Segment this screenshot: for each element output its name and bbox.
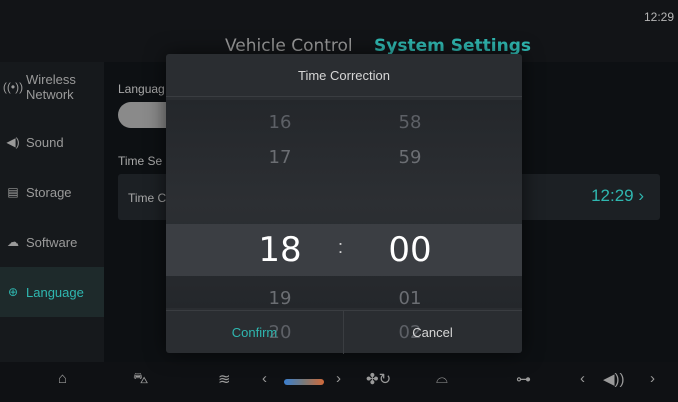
car-profile-icon[interactable]: ⊶ [516,370,531,388]
dialog-title: Time Correction [298,68,390,83]
chevron-left-icon[interactable]: ‹ [580,370,585,387]
bottom-bar: ⌂ ⛍ ≋ ‹ › ✤↻ ⌓ ⊶ ‹ ◀)) › [0,362,678,402]
cancel-button[interactable]: Cancel [344,311,521,354]
time-correction-dialog: Time Correction 16 17 18 19 20 : 58 59 0… [166,54,522,354]
tab-vehicle-control[interactable]: Vehicle Control [225,36,353,56]
chevron-left-icon[interactable]: ‹ [262,370,267,387]
speaker-icon: ◀) [6,135,20,149]
sidebar-item-storage[interactable]: ▤ Storage [0,167,104,217]
front-defrost-icon[interactable]: ⌓ [436,370,448,387]
time-row-label: Time C [128,191,167,205]
sidebar-item-wireless-network[interactable]: ((•)) Wireless Network [0,62,104,112]
screen: 12:29 Vehicle Control System Settings ((… [0,0,678,402]
minute-option[interactable]: 01 [370,288,450,309]
status-clock: 12:29 [643,10,674,24]
hour-selected[interactable]: 18 [240,230,320,270]
top-bar: 12:29 Vehicle Control System Settings [0,0,678,62]
volume-icon[interactable]: ◀)) [603,370,625,388]
sidebar-item-language[interactable]: ⊕ Language [0,267,104,317]
minute-selected[interactable]: 00 [370,230,450,270]
sidebar-item-software[interactable]: ☁ Software [0,217,104,267]
chevron-right-icon[interactable]: › [650,370,655,387]
wifi-icon: ((•)) [2,80,24,94]
divider [166,96,522,97]
time-section-label: Time Se [118,154,163,168]
selection-band [166,224,522,276]
fan-icon[interactable]: ✤↻ [366,370,391,388]
time-separator: : [338,237,344,257]
car-icon[interactable]: ⛍ [133,370,148,389]
time-picker[interactable]: 16 17 18 19 20 : 58 59 00 01 02 [166,100,522,343]
tab-system-settings[interactable]: System Settings [374,36,531,56]
rear-defrost-icon[interactable]: ≋ [218,370,231,388]
sidebar-item-label: Language [26,284,84,300]
storage-icon: ▤ [7,185,19,199]
hour-option[interactable]: 16 [240,112,320,133]
time-row-value: 12:29 › [591,186,644,205]
sidebar-item-sound[interactable]: ◀) Sound [0,117,104,167]
cloud-download-icon: ☁ [7,235,19,249]
globe-icon: ⊕ [7,285,19,299]
sidebar-item-label: Software [26,234,78,250]
minute-option[interactable]: 58 [370,112,450,133]
minute-option[interactable]: 59 [370,147,450,168]
sidebar-item-label: Sound [26,134,64,150]
confirm-button[interactable]: Confirm [166,311,343,354]
hour-option[interactable]: 17 [240,147,320,168]
language-label: Languag [118,82,165,96]
sidebar: ((•)) Wireless Network ◀) Sound ▤ Storag… [0,62,104,362]
temperature-slider[interactable] [284,379,324,385]
sidebar-item-label: Wireless Network [26,72,76,102]
sidebar-item-label: Storage [26,184,72,200]
home-icon[interactable]: ⌂ [58,370,67,387]
hour-option[interactable]: 19 [240,288,320,309]
chevron-right-icon[interactable]: › [336,370,341,387]
dialog-actions: Confirm Cancel [166,310,522,354]
